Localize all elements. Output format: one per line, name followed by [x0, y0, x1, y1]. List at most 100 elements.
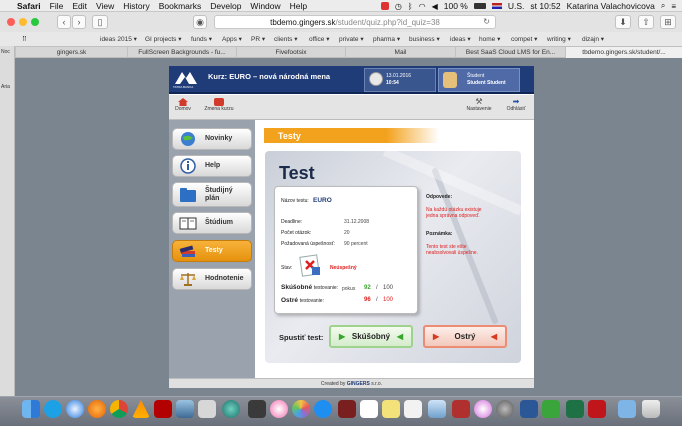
zoom-window-icon[interactable] [31, 18, 39, 26]
menubar-safari[interactable]: Safari [17, 1, 41, 11]
bookmark-compet[interactable]: compet ▾ [511, 35, 537, 43]
top-sites-button[interactable]: ◉ [193, 15, 207, 29]
minimize-window-icon[interactable] [19, 18, 27, 26]
trash-icon[interactable] [642, 400, 660, 418]
menubar-view[interactable]: View [96, 1, 114, 11]
practice-test-button[interactable]: ▶ Skúšobný ◀ [329, 325, 413, 348]
tab-mail[interactable]: Mail [345, 47, 455, 58]
input-source[interactable]: U.S. [508, 1, 525, 11]
bookmark-business[interactable]: business ▾ [409, 35, 440, 43]
close-window-icon[interactable] [7, 18, 15, 26]
filezilla-icon[interactable] [154, 400, 172, 418]
menu-item-testy[interactable]: Testy [172, 240, 252, 262]
current-user[interactable]: Katarina Valachovicova [567, 1, 655, 11]
bookmark-gi-projects[interactable]: GI projects ▾ [145, 35, 182, 43]
bookmark-private[interactable]: private ▾ [339, 35, 364, 43]
bookmark-pharma[interactable]: pharma ▾ [373, 35, 400, 43]
skype-icon[interactable] [44, 400, 62, 418]
forward-button[interactable]: › [72, 15, 86, 29]
tab-fullscreen-backgrounds[interactable]: FullScreen Backgrounds - fu... [127, 47, 236, 58]
system-preferences-icon[interactable] [496, 400, 514, 418]
menubar-help[interactable]: Help [290, 1, 307, 11]
photo-booth-icon[interactable] [452, 400, 470, 418]
tab-fivefootsix[interactable]: Fivefootsix [236, 47, 345, 58]
photos-app-icon[interactable] [176, 400, 194, 418]
calendar-icon[interactable] [360, 400, 378, 418]
downloads-folder-icon[interactable] [618, 400, 636, 418]
stickies-icon[interactable] [382, 400, 400, 418]
game-center-icon[interactable] [474, 400, 492, 418]
menu-item-novinky[interactable]: Novinky [172, 128, 252, 150]
address-bar[interactable]: tbdemo.gingers.sk/student/quiz.php?id_qu… [214, 15, 496, 29]
bookmark-dizajn[interactable]: dizajn ▾ [582, 35, 604, 43]
reload-icon[interactable]: ↻ [483, 17, 490, 26]
excel-icon[interactable] [566, 400, 584, 418]
dictionary-icon[interactable] [338, 400, 356, 418]
photos-icon[interactable] [292, 400, 310, 418]
flash-icon[interactable] [588, 400, 606, 418]
notification-center-icon[interactable]: ≡ [671, 2, 676, 11]
flag-icon[interactable] [491, 3, 502, 9]
tab-tbdemo-active[interactable]: tbdemo.gingers.sk/student/... [565, 47, 682, 58]
volume-icon[interactable]: ◀ [432, 2, 438, 11]
new-tab-button[interactable]: ⊞ [660, 15, 676, 29]
bluetooth-icon[interactable]: ᛒ [408, 2, 413, 11]
menu-item-hodnotenie[interactable]: Hodnotenie [172, 268, 252, 290]
bookmark-home[interactable]: home ▾ [479, 35, 500, 43]
back-button[interactable]: ‹ [57, 15, 71, 29]
notes-app-icon[interactable] [248, 400, 266, 418]
menu-item-studium[interactable]: Štúdium [172, 212, 252, 234]
change-course-button[interactable]: Zmena kurzu [202, 98, 236, 112]
chrome-icon[interactable] [110, 400, 128, 418]
share-button[interactable]: ⇧ [638, 15, 654, 29]
bookmark-office[interactable]: office ▾ [309, 35, 330, 43]
bookmarks-grid-icon[interactable]: ⠿ [22, 35, 27, 43]
menubar-window[interactable]: Window [250, 1, 280, 11]
time-machine-dock-icon[interactable] [222, 400, 240, 418]
spotlight-icon[interactable]: ⌕ [661, 1, 665, 11]
bookmark-ideas[interactable]: ideas ▾ [450, 35, 471, 43]
bookmark-clients[interactable]: clients ▾ [274, 35, 298, 43]
firefox-icon[interactable] [88, 400, 106, 418]
preview-icon[interactable] [428, 400, 446, 418]
menubar-file[interactable]: File [50, 1, 64, 11]
bookmark-funds[interactable]: funds ▾ [191, 35, 212, 43]
app-store-icon[interactable] [314, 400, 332, 418]
menubar-history[interactable]: History [123, 1, 149, 11]
numbers-icon[interactable] [542, 400, 560, 418]
bookmark-ideas-2015[interactable]: ideas 2015 ▾ [100, 35, 137, 43]
menubar-edit[interactable]: Edit [72, 1, 87, 11]
clock[interactable]: st 10:52 [530, 1, 560, 11]
sharp-test-button[interactable]: ▶ Ostrý ◀ [423, 325, 507, 348]
menu-item-help[interactable]: Help [172, 155, 252, 177]
mail-badge-icon[interactable] [198, 400, 216, 418]
logout-button[interactable]: ➡ Odhlásiť [503, 98, 529, 113]
finder-icon[interactable] [22, 400, 40, 418]
downloads-button[interactable]: ⬇ [615, 15, 631, 29]
battery-text[interactable]: 100 % [444, 1, 468, 11]
reminders-icon[interactable] [404, 400, 422, 418]
itunes-icon[interactable] [270, 400, 288, 418]
settings-button[interactable]: ⚒ Nastavenie [466, 98, 492, 113]
bookmark-writing[interactable]: writing ▾ [547, 35, 571, 43]
sidebar-toggle-button[interactable]: ▯ [92, 15, 108, 29]
user-box[interactable]: Študent Student Student [438, 68, 520, 92]
status-app-icon[interactable] [380, 2, 389, 10]
battery-icon[interactable] [473, 3, 486, 9]
time-machine-icon[interactable]: ◷ [395, 2, 402, 11]
tatra-banka-logo[interactable]: TATRA BANKA [173, 69, 199, 91]
tab-gingers[interactable]: gingers.sk [15, 47, 127, 58]
bookmark-pr[interactable]: PR ▾ [251, 35, 265, 43]
play-right-icon: ▶ [433, 332, 440, 341]
tab-best-saas[interactable]: Best SaaS Cloud LMS for En... [455, 47, 565, 58]
safari-icon[interactable] [66, 400, 84, 418]
menubar-bookmarks[interactable]: Bookmarks [159, 1, 202, 11]
questions-value: 20 [344, 230, 350, 236]
footer-brand[interactable]: GINGERS [347, 381, 370, 387]
word-icon[interactable] [520, 400, 538, 418]
menu-item-studijny-plan[interactable]: Študijný plán [172, 182, 252, 207]
bookmark-apps[interactable]: Apps ▾ [222, 35, 242, 43]
home-button[interactable]: Domov [174, 98, 192, 112]
menubar-develop[interactable]: Develop [210, 1, 241, 11]
wifi-icon[interactable]: ◠ [419, 2, 426, 11]
